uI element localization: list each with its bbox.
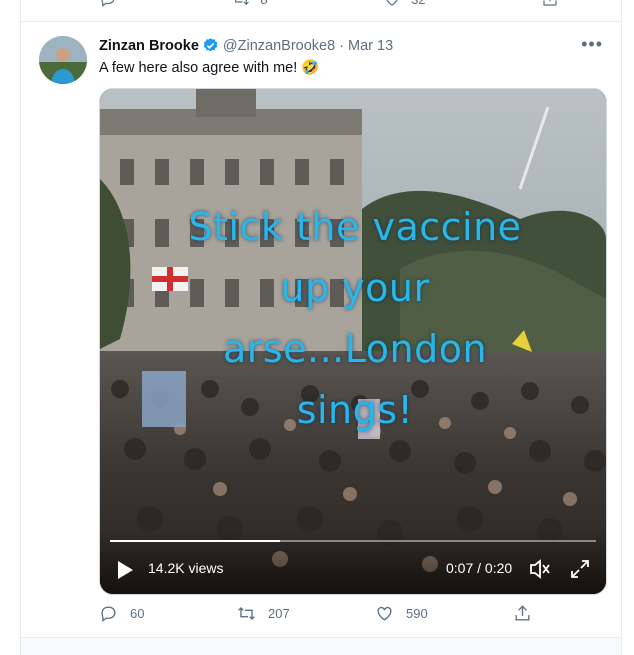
previous-tweet-actions: 8 32 bbox=[21, 0, 621, 22]
retweet-count: 207 bbox=[268, 606, 290, 621]
view-count: 14.2K views bbox=[148, 560, 224, 576]
video-controls: 14.2K views 0:07 / 0:20 bbox=[100, 530, 606, 594]
like-icon bbox=[386, 0, 398, 6]
previous-like-button[interactable]: 32 bbox=[383, 0, 426, 8]
reply-icon bbox=[101, 0, 115, 7]
video-progress-bar[interactable] bbox=[110, 540, 596, 542]
retweet-icon bbox=[235, 0, 250, 6]
share-icon bbox=[543, 0, 557, 6]
retweet-icon bbox=[238, 607, 255, 620]
share-button[interactable] bbox=[513, 604, 532, 623]
previous-retweet-count: 8 bbox=[260, 0, 267, 7]
tweet-header: Zinzan Brooke @ZinzanBrooke8 · Mar 13 bbox=[99, 37, 393, 54]
previous-share-button[interactable] bbox=[541, 0, 559, 8]
more-icon[interactable]: ••• bbox=[581, 34, 603, 55]
fullscreen-icon[interactable] bbox=[569, 558, 591, 585]
reply-icon bbox=[101, 606, 116, 622]
video-time: 0:07 / 0:20 bbox=[446, 560, 513, 576]
author-name[interactable]: Zinzan Brooke bbox=[99, 38, 199, 54]
avatar-photo bbox=[39, 36, 87, 84]
like-button[interactable]: 590 bbox=[375, 604, 513, 623]
previous-reply-button[interactable] bbox=[99, 0, 117, 8]
reply-count: 60 bbox=[130, 606, 145, 621]
verified-badge-icon bbox=[202, 37, 219, 54]
tweet-date[interactable]: Mar 13 bbox=[348, 38, 393, 54]
caption-line: arse...London bbox=[222, 327, 488, 371]
caption-line: up your bbox=[280, 266, 430, 310]
tweet-text: A few here also agree with me! 🤣 bbox=[99, 60, 320, 76]
mute-icon[interactable] bbox=[528, 558, 552, 585]
caption-line: Stick the vaccine bbox=[188, 205, 522, 249]
reply-button[interactable]: 60 bbox=[99, 604, 237, 623]
caption-line: sings! bbox=[296, 388, 414, 432]
avatar[interactable] bbox=[39, 36, 87, 84]
play-icon[interactable] bbox=[116, 560, 134, 585]
video-player[interactable]: Stick the vaccine up your arse...London … bbox=[99, 88, 607, 595]
separator-dot: · bbox=[339, 37, 344, 54]
previous-retweet-button[interactable]: 8 bbox=[232, 0, 268, 8]
previous-actions-row: 8 32 bbox=[99, 0, 559, 8]
retweet-button[interactable]: 207 bbox=[237, 604, 375, 623]
tweet-actions: 60 207 590 bbox=[99, 604, 559, 623]
previous-like-count: 32 bbox=[411, 0, 425, 7]
share-icon bbox=[515, 605, 530, 621]
video-caption-overlay: Stick the vaccine up your arse...London … bbox=[120, 197, 590, 441]
video-progress-fill bbox=[110, 540, 281, 542]
like-count: 590 bbox=[406, 606, 428, 621]
author-handle[interactable]: @ZinzanBrooke8 bbox=[223, 38, 335, 54]
like-icon bbox=[377, 606, 392, 621]
timeline-column: 8 32 Zinzan Brooke @ZinzanBrooke8 · Mar … bbox=[20, 0, 622, 655]
next-tweet-area bbox=[21, 638, 621, 655]
